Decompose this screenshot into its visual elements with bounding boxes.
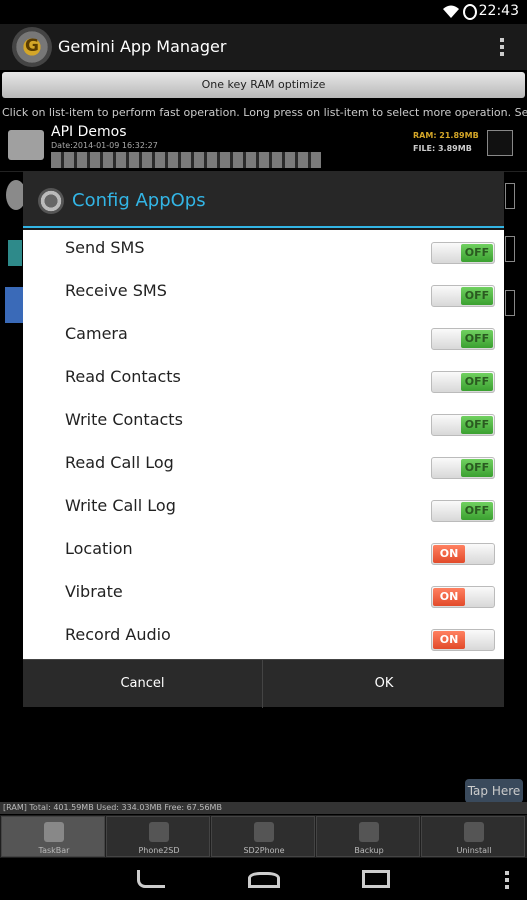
tap-here-button[interactable]: Tap Here xyxy=(465,779,523,803)
toggle-state: OFF xyxy=(461,416,493,434)
appop-label: Record Audio xyxy=(65,625,171,644)
save-icon xyxy=(359,822,379,842)
appop-label: Write Call Log xyxy=(65,496,176,515)
config-appops-dialog: Config AppOps Send SMS OFF Receive SMS O… xyxy=(23,171,504,708)
trash-icon xyxy=(464,822,484,842)
toggle-state: OFF xyxy=(461,244,493,262)
appop-label: Camera xyxy=(65,324,128,343)
bottom-tabs: TaskBar Phone2SD SD2Phone Backup Uninsta… xyxy=(0,815,527,858)
tab-uninstall[interactable]: Uninstall xyxy=(421,816,525,857)
appop-label: Receive SMS xyxy=(65,281,167,300)
appop-toggle[interactable]: ON xyxy=(431,586,495,608)
appop-row: Location ON xyxy=(23,531,504,574)
tab-label: TaskBar xyxy=(38,846,70,855)
tab-sd2phone[interactable]: SD2Phone xyxy=(211,816,315,857)
appop-toggle[interactable]: OFF xyxy=(431,500,495,522)
appop-label: Location xyxy=(65,539,133,558)
dialog-header: Config AppOps xyxy=(23,171,504,228)
appop-toggle[interactable]: ON xyxy=(431,543,495,565)
toggle-state: OFF xyxy=(461,502,493,520)
cancel-button[interactable]: Cancel xyxy=(23,660,263,708)
appop-toggle[interactable]: OFF xyxy=(431,414,495,436)
home-icon[interactable] xyxy=(248,872,280,888)
action-bar: G Gemini App Manager xyxy=(0,24,527,70)
clock: 22:43 xyxy=(478,3,519,19)
appops-list: Send SMS OFF Receive SMS OFF Camera OFF … xyxy=(23,230,504,659)
ok-button[interactable]: OK xyxy=(264,660,504,708)
dialog-footer: Cancel OK xyxy=(23,659,504,708)
android-icon xyxy=(44,822,64,842)
tab-backup[interactable]: Backup xyxy=(316,816,420,857)
status-bar: 22:43 xyxy=(0,0,527,24)
sdcard-icon xyxy=(254,822,274,842)
appop-row: Record Audio ON xyxy=(23,617,504,660)
ram-optimize-button[interactable]: One key RAM optimize xyxy=(2,72,525,98)
toggle-state: OFF xyxy=(461,330,493,348)
app-ram: RAM: 21.89MB xyxy=(413,131,479,140)
appop-row: Vibrate ON xyxy=(23,574,504,617)
toggle-state: OFF xyxy=(461,459,493,477)
toggle-state: ON xyxy=(433,545,465,563)
toggle-state: OFF xyxy=(461,287,493,305)
appop-label: Vibrate xyxy=(65,582,123,601)
appop-toggle[interactable]: OFF xyxy=(431,242,495,264)
app-logo-icon: G xyxy=(12,27,52,67)
appop-toggle[interactable]: ON xyxy=(431,629,495,651)
appop-toggle[interactable]: OFF xyxy=(431,285,495,307)
select-checkbox xyxy=(505,290,515,316)
phone-icon xyxy=(149,822,169,842)
dialog-title: Config AppOps xyxy=(72,190,206,211)
back-icon[interactable] xyxy=(137,870,165,888)
app-title: Gemini App Manager xyxy=(58,37,227,56)
appop-toggle[interactable]: OFF xyxy=(431,371,495,393)
recent-apps-icon[interactable] xyxy=(362,870,390,888)
appop-label: Send SMS xyxy=(65,238,145,257)
battery-charging-icon xyxy=(463,4,477,20)
appop-toggle[interactable]: OFF xyxy=(431,457,495,479)
toggle-state: ON xyxy=(433,588,465,606)
appop-label: Read Call Log xyxy=(65,453,174,472)
menu-icon[interactable] xyxy=(505,871,509,889)
ram-status-bar: [RAM] Total: 401.59MB Used: 334.03MB Fre… xyxy=(0,802,527,814)
select-checkbox xyxy=(505,183,515,209)
permission-icons xyxy=(51,152,321,168)
list-item-icon xyxy=(5,287,23,323)
appop-row: Read Call Log OFF xyxy=(23,445,504,488)
tab-phone2sd[interactable]: Phone2SD xyxy=(106,816,210,857)
list-item-icon xyxy=(8,240,22,266)
appop-row: Read Contacts OFF xyxy=(23,359,504,402)
tab-label: Backup xyxy=(354,846,384,855)
settings-icon xyxy=(38,188,64,214)
toggle-state: ON xyxy=(433,631,465,649)
appop-row: Camera OFF xyxy=(23,316,504,359)
app-date: Date:2014-01-09 16:32:27 xyxy=(51,141,158,150)
tab-label: Phone2SD xyxy=(138,846,180,855)
usage-hint: Click on list-item to perform fast opera… xyxy=(2,106,527,119)
appop-row: Write Call Log OFF xyxy=(23,488,504,531)
appop-label: Write Contacts xyxy=(65,410,183,429)
overflow-menu-icon[interactable] xyxy=(499,36,505,58)
appop-label: Read Contacts xyxy=(65,367,181,386)
select-checkbox[interactable] xyxy=(487,130,513,156)
navigation-bar xyxy=(0,858,527,900)
app-name: API Demos xyxy=(51,124,127,140)
appop-row: Send SMS OFF xyxy=(23,230,504,273)
appop-row: Receive SMS OFF xyxy=(23,273,504,316)
tab-label: Uninstall xyxy=(456,846,492,855)
wifi-icon xyxy=(443,5,459,18)
tab-label: SD2Phone xyxy=(243,846,285,855)
folder-icon xyxy=(8,130,44,160)
select-checkbox xyxy=(505,236,515,262)
app-file-size: FILE: 3.89MB xyxy=(413,144,472,153)
list-item[interactable]: API Demos Date:2014-01-09 16:32:27 RAM: … xyxy=(0,122,527,172)
appop-toggle[interactable]: OFF xyxy=(431,328,495,350)
tab-taskbar[interactable]: TaskBar xyxy=(1,816,105,857)
toggle-state: OFF xyxy=(461,373,493,391)
appop-row: Write Contacts OFF xyxy=(23,402,504,445)
